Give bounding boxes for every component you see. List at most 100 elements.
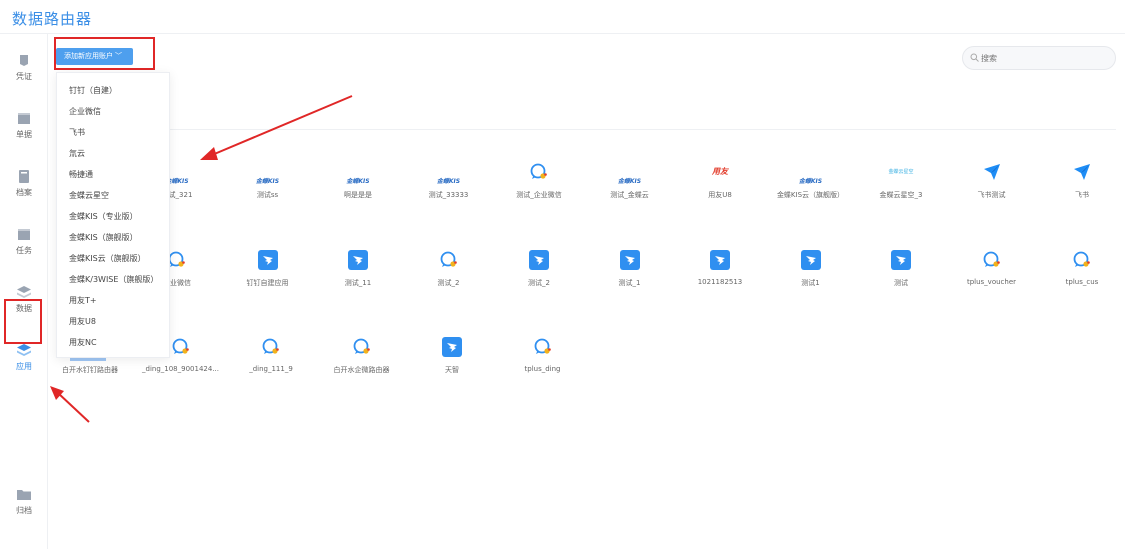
section-divider (170, 129, 1116, 130)
app-card[interactable]: 金蝶KIS 啊是是是 (313, 162, 403, 212)
app-card-label: 测试_金蝶云 (610, 191, 649, 199)
app-card-label: 测试_2 (528, 279, 550, 287)
app-card-label: 白开水钉钉路由器 (62, 366, 118, 374)
annotation-arrow (211, 95, 353, 156)
dropdown-item[interactable]: 金蝶云星空 (69, 190, 109, 201)
app-card[interactable]: 测试 (856, 250, 946, 300)
sidebar-item-label: 档案 (16, 188, 32, 197)
app-card-label: 用友U8 (708, 191, 732, 199)
wechat-work-icon (261, 337, 281, 357)
wechat-work-icon (1072, 250, 1092, 270)
dropdown-item[interactable]: 金蝶KIS云（旗舰版） (69, 253, 146, 264)
app-card[interactable]: 金蝶KIS 金蝶KIS云（旗舰版） (766, 162, 856, 212)
app-card[interactable]: 金蝶云星空金蝶云星空_3 (856, 162, 946, 212)
app-card-label: tplus_cus (1065, 278, 1099, 286)
app-card-label: 钉钉自建应用 (246, 279, 289, 287)
task-icon (18, 229, 30, 240)
add-account-button[interactable]: 添加新应用账户 ﹀ (56, 48, 133, 65)
logo-text: 金蝶KIS (798, 178, 823, 185)
app-title: 数据路由器 (12, 10, 93, 28)
app-card[interactable]: 金蝶KIS 测试_33333 (404, 162, 494, 212)
dingtalk-icon (257, 250, 278, 270)
app-card[interactable]: 天智 (407, 337, 497, 387)
app-card-label: 测试_企业微信 (516, 191, 562, 199)
app-card[interactable]: 金蝶KIS 测试_金蝶云 (585, 162, 675, 212)
app-card[interactable]: 测试_2 (494, 250, 584, 300)
sidebar-item-apps[interactable]: 应用 (0, 344, 48, 384)
app-card[interactable]: 测试1 (766, 250, 856, 300)
app-card-label: 金蝶云星空_3 (879, 191, 923, 199)
voucher-icon (20, 55, 28, 66)
sidebar-item-voucher[interactable]: 凭证 (0, 54, 48, 94)
account-type-dropdown: 钉钉（自建） 企业微信 飞书 氚云 畅捷通 金蝶云星空 金蝶KIS（专业版） 金… (56, 72, 170, 358)
dropdown-item[interactable]: 畅捷通 (69, 169, 93, 180)
logo-text: 金蝶KIS (617, 178, 642, 185)
dropdown-item[interactable]: 金蝶K/3WISE（旗舰版） (69, 274, 158, 285)
dingtalk-icon (891, 250, 911, 270)
wechat-work-icon (352, 337, 372, 357)
app-card-label: _ding_111_9 (249, 365, 293, 373)
app-card[interactable]: 钉钉自建应用 (223, 250, 313, 300)
app-card[interactable]: 飞书 (1037, 162, 1125, 212)
app-card[interactable]: 飞书测试 (947, 162, 1037, 212)
wechat-work-icon (982, 250, 1002, 270)
sidebar-item-archived[interactable]: 归档 (0, 488, 48, 528)
app-card[interactable]: _ding_111_9 (226, 337, 316, 387)
sidebar-item-task[interactable]: 任务 (0, 228, 48, 268)
chevron-down-icon: ﹀ (115, 52, 122, 60)
app-card-label: 测试1 (801, 279, 820, 287)
app-card[interactable]: 测试_11 (313, 250, 403, 300)
app-card-label: tplus_ding (524, 365, 561, 373)
sidebar-item-label: 应用 (16, 362, 32, 371)
app-card-label: 测试 (894, 279, 908, 287)
app-root: 数据路由器 凭证 单据 档案 任务 数据 应用 归档 添加新应用账户 ﹀ 钉钉（… (0, 0, 1125, 549)
dingtalk-icon (442, 337, 462, 357)
dropdown-item[interactable]: 飞书 (69, 127, 85, 138)
wechat-work-icon (171, 337, 191, 357)
dropdown-item[interactable]: 企业微信 (69, 106, 101, 117)
search-input[interactable] (981, 51, 1106, 66)
dingtalk-icon (348, 250, 368, 270)
app-card[interactable]: 1021182513 (675, 250, 765, 300)
feishu-icon (1072, 162, 1092, 182)
sidebar-item-document[interactable]: 单据 (0, 112, 48, 152)
document-icon (18, 113, 30, 124)
sidebar-item-label: 归档 (16, 506, 32, 515)
yonyou-logo-icon: 用友 (712, 167, 728, 176)
dingtalk-icon (529, 250, 549, 270)
app-card-label: 飞书 (1075, 191, 1089, 199)
app-card[interactable]: 测试_企业微信 (494, 162, 584, 212)
app-tile-partial (70, 358, 106, 361)
dropdown-item[interactable]: 用友NC (69, 337, 97, 348)
dropdown-item[interactable]: 金蝶KIS（旗舰版） (69, 232, 138, 243)
dropdown-item[interactable]: 金蝶KIS（专业版） (69, 211, 138, 222)
app-card[interactable]: 用友用友U8 (675, 162, 765, 212)
dropdown-item[interactable]: 氚云 (69, 148, 85, 159)
wechat-work-icon (529, 162, 549, 182)
kingdee-kis-icon: 金蝶KIS (432, 168, 466, 185)
app-card[interactable]: tplus_voucher (947, 250, 1037, 300)
app-card[interactable]: tplus_ding (498, 337, 588, 387)
dropdown-item[interactable]: 用友U8 (69, 316, 96, 327)
sidebar-item-label: 任务 (16, 246, 32, 255)
sidebar-item-archive[interactable]: 档案 (0, 170, 48, 210)
kingdee-kis-icon: 金蝶KIS (341, 168, 375, 185)
dropdown-item[interactable]: 用友T+ (69, 295, 97, 306)
app-card[interactable]: tplus_cus (1037, 250, 1125, 300)
app-card-label: 测试ss (256, 191, 279, 199)
app-card[interactable]: 金蝶KIS 测试ss (223, 162, 313, 212)
logo-text: 金蝶KIS (346, 178, 370, 185)
kingdee-kis-icon: 金蝶KIS (251, 168, 285, 185)
search-box[interactable] (962, 46, 1116, 70)
kingdee-cloud-icon: 金蝶云星空 (888, 169, 914, 175)
app-card-label: 测试_1 (618, 279, 641, 287)
annotation-arrow-head (200, 147, 218, 160)
app-card[interactable]: 白开水企微路由器 (317, 337, 407, 387)
dingtalk-icon (800, 250, 821, 270)
dropdown-item[interactable]: 钉钉（自建） (69, 85, 117, 96)
app-card-label: 白开水企微路由器 (333, 366, 390, 374)
app-card[interactable]: 测试_1 (585, 250, 675, 300)
top-bar: 数据路由器 (0, 0, 1125, 34)
app-card[interactable]: 测试_2 (404, 250, 494, 300)
wechat-work-icon (167, 250, 187, 270)
